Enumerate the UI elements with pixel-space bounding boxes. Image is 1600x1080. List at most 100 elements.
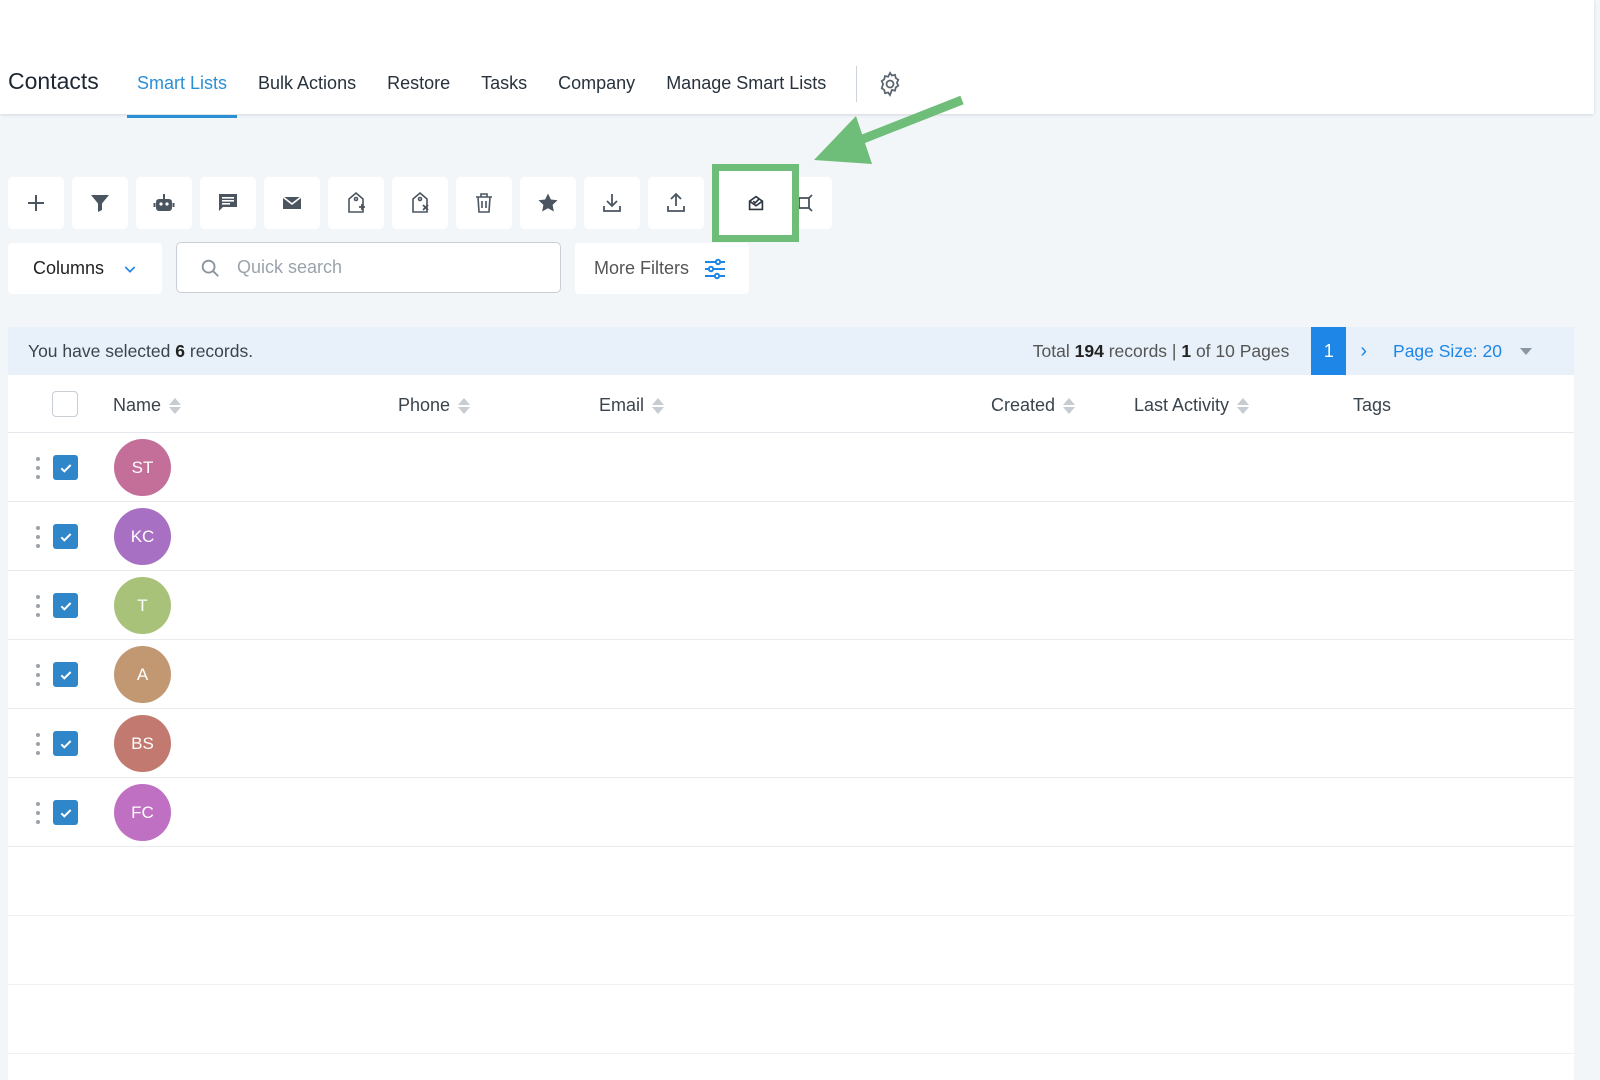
table-body: ST KC T A BS FC [8,433,1574,847]
add-contact-button[interactable] [8,177,64,229]
tab-company[interactable]: Company [548,70,645,118]
page-title: Contacts [8,68,99,94]
row-menu-icon[interactable] [35,802,41,824]
row-checkbox[interactable] [53,662,78,687]
annotation-arrow [814,95,964,164]
pagination: Total 194 records | 1 of 10 Pages 1 › Pa… [1033,327,1574,375]
tag-remove-icon [412,191,429,213]
column-header-created[interactable]: Created [991,395,1076,416]
column-header-phone[interactable]: Phone [398,395,471,416]
message-icon [219,194,237,211]
remove-tag-button[interactable] [392,177,448,229]
page-size-select[interactable]: Page Size: 20 [1393,341,1502,362]
tab-smart-lists[interactable]: Smart Lists [127,70,238,118]
columns-dropdown[interactable]: Columns [8,243,162,294]
table-row[interactable]: BS [8,709,1574,778]
total-records-text: Total 194 records | 1 of 10 Pages [1032,340,1290,361]
column-header-last-activity[interactable]: Last Activity [1134,395,1250,416]
quick-search-box [176,242,561,293]
row-menu-icon[interactable] [35,733,41,755]
review-request-button[interactable] [712,164,799,242]
chevron-down-icon [124,265,136,273]
empty-row [8,847,1574,916]
row-checkbox[interactable] [53,731,78,756]
download-icon [603,194,621,212]
add-tag-button[interactable] [328,177,384,229]
selection-count: 6 [175,340,185,361]
row-checkbox[interactable] [53,800,78,825]
plus-icon [28,195,44,211]
top-nav: Smart Lists Bulk Actions Restore Tasks C… [127,70,847,118]
favorite-button[interactable] [520,177,576,229]
empty-row [8,916,1574,985]
tab-restore[interactable]: Restore [377,70,460,118]
row-menu-icon[interactable] [35,664,41,686]
check-icon [60,739,71,749]
filter-button[interactable] [72,177,128,229]
search-icon [201,259,219,277]
avatar[interactable]: BS [114,715,171,772]
table-row[interactable]: ST [8,433,1574,502]
more-filters-label: More Filters [594,258,690,278]
email-button[interactable] [264,177,320,229]
table-row[interactable]: KC [8,502,1574,571]
sort-icon[interactable] [458,397,471,414]
check-icon [60,463,71,473]
avatar[interactable]: A [114,646,171,703]
tag-add-icon [348,191,365,213]
sms-button[interactable] [200,177,256,229]
selection-bar: You have selected 6 records. Total 194 r… [8,327,1574,375]
top-header: Contacts Smart Lists Bulk Actions Restor… [0,0,1594,118]
table-row[interactable]: T [8,571,1574,640]
row-menu-icon[interactable] [35,595,41,617]
search-input[interactable] [237,257,537,278]
selection-prefix: You have selected [28,340,171,361]
avatar[interactable]: ST [114,439,171,496]
workflow-button[interactable] [136,177,192,229]
import-button[interactable] [648,177,704,229]
column-header-email[interactable]: Email [599,395,665,416]
page-button-1[interactable]: 1 [1311,327,1347,375]
filter-icon [91,195,109,212]
check-icon [60,532,71,542]
empty-row [8,985,1574,1054]
tab-tasks[interactable]: Tasks [471,70,537,118]
avatar[interactable]: FC [114,784,171,841]
robot-icon [153,194,175,211]
row-checkbox[interactable] [53,524,78,549]
trash-icon [476,193,492,213]
table-header: Name Phone Email Created Last Activity T… [8,375,1574,433]
contacts-table: You have selected 6 records. Total 194 r… [8,327,1574,1080]
sort-icon[interactable] [1063,397,1076,414]
check-icon [60,670,71,680]
sort-icon[interactable] [652,397,665,414]
avatar[interactable]: KC [114,508,171,565]
row-menu-icon[interactable] [35,457,41,479]
email-icon [282,196,302,209]
star-icon [538,193,558,212]
delete-button[interactable] [456,177,512,229]
review-request-icon [748,195,763,211]
check-icon [60,601,71,611]
table-row[interactable]: FC [8,778,1574,847]
column-header-tags: Tags [1353,395,1392,415]
selection-suffix: records. [189,340,254,361]
sliders-icon [705,258,726,279]
row-checkbox[interactable] [53,593,78,618]
sort-icon[interactable] [1237,397,1250,414]
more-filters-button[interactable]: More Filters [575,243,749,294]
next-page-button[interactable]: › [1360,340,1367,363]
check-icon [60,808,71,818]
page-size-caret-icon[interactable] [1520,347,1532,355]
row-menu-icon[interactable] [35,526,41,548]
select-all-checkbox[interactable] [52,391,78,417]
export-button[interactable] [584,177,640,229]
row-checkbox[interactable] [53,455,78,480]
avatar[interactable]: T [114,577,171,634]
column-header-name[interactable]: Name [113,395,182,416]
upload-icon [667,192,685,212]
columns-label: Columns [33,258,105,278]
table-row[interactable]: A [8,640,1574,709]
tab-bulk-actions[interactable]: Bulk Actions [248,70,366,118]
sort-icon[interactable] [169,397,182,414]
